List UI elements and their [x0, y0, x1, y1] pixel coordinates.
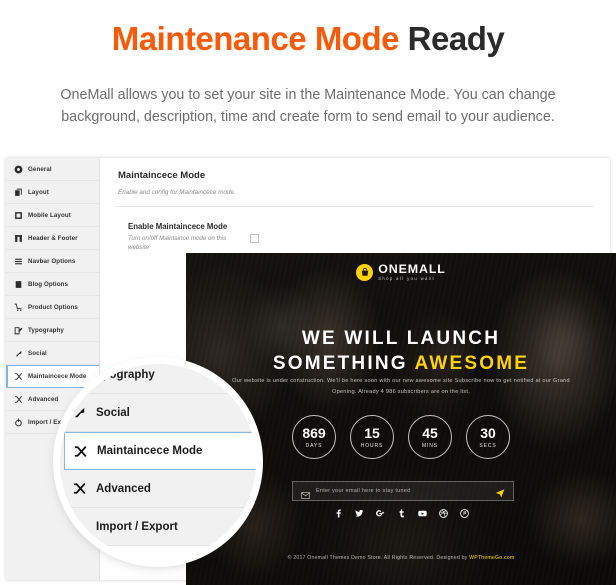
magnified-item-maintaincece-mode[interactable]: Maintaincece Mode — [64, 432, 256, 470]
blog-icon — [14, 280, 23, 289]
sidebar-item-label: Header & Footer — [28, 234, 78, 242]
countdown-value: 869 — [302, 424, 326, 441]
shuffle-icon — [72, 481, 87, 496]
page-title: Maintenance Mode Ready — [0, 20, 616, 57]
power-icon — [14, 418, 23, 427]
paper-plane-icon[interactable] — [495, 486, 505, 498]
logo-tagline: Shop all you want — [378, 275, 436, 281]
hero-footer: © 2017 Onemall Themes Demo Store. All Ri… — [186, 555, 616, 561]
sidebar-item-header-footer[interactable]: Header & Footer — [6, 227, 99, 250]
hero-heading-line2-plain: SOMETHING — [272, 353, 415, 375]
sidebar-item-blog-options[interactable]: Blog Options — [6, 273, 99, 296]
sidebar-item-label: Typography — [28, 326, 64, 334]
magnifier-lens: ypography Social Maintaincece Mode Advan… — [60, 364, 256, 560]
sidebar-item-label: Navbar Options — [28, 257, 76, 265]
countdown-hours: 15 HOURS — [350, 415, 394, 459]
shuffle-icon — [14, 372, 23, 381]
share-icon — [72, 405, 87, 420]
magnified-item-label: Import / Export — [96, 520, 178, 533]
sidebar-item-label: Layout — [28, 188, 49, 196]
power-icon — [72, 519, 87, 534]
countdown-value: 15 — [364, 424, 380, 441]
sidebar-item-label: Social — [28, 349, 47, 357]
field-label-enable-maintenance: Enable Maintaincece Mode — [128, 222, 228, 231]
envelope-icon — [301, 487, 310, 499]
magnified-menu: ypography Social Maintaincece Mode Advan… — [60, 364, 256, 546]
sidebar-item-social[interactable]: Social — [6, 342, 99, 365]
page-title-rest: Ready — [407, 20, 505, 57]
countdown-secs: 30 SECS — [466, 415, 510, 459]
facebook-icon[interactable] — [334, 509, 343, 518]
field-description: Turn on/off Maintaince mode on this webs… — [128, 235, 227, 252]
divider — [114, 206, 594, 207]
sidebar-item-label: Advanced — [28, 395, 59, 403]
countdown-value: 30 — [480, 424, 496, 441]
page-root: Maintenance Mode Ready OneMall allows yo… — [0, 0, 616, 585]
layers-icon — [14, 188, 23, 197]
countdown-label: MINS — [421, 442, 439, 449]
countdown-label: HOURS — [360, 442, 384, 449]
pencil-square-icon — [72, 367, 87, 382]
sidebar-item-label: Blog Options — [28, 280, 69, 288]
sidebar-item-layout[interactable]: Layout — [6, 181, 99, 204]
share-icon — [14, 349, 23, 358]
google-plus-icon[interactable] — [375, 509, 385, 518]
hero-footer-link[interactable]: WPThemeGo.com — [469, 555, 514, 561]
hero-heading-accent: AWESOME — [414, 353, 530, 375]
youtube-icon[interactable] — [417, 509, 427, 518]
twitter-icon[interactable] — [354, 509, 364, 518]
logo-name: ONEMALL — [378, 262, 446, 276]
sidebar-item-label: Mobile Layout — [28, 211, 71, 219]
sidebar-item-mobile-layout[interactable]: Mobile Layout — [6, 204, 99, 227]
sidebar-item-navbar-options[interactable]: Navbar Options — [6, 250, 99, 273]
shuffle-icon — [14, 395, 23, 404]
hero-footer-text: © 2017 Onemall Themes Demo Store. All Ri… — [287, 555, 470, 561]
countdown-label: DAYS — [305, 442, 323, 449]
header-footer-icon — [14, 234, 23, 243]
subscribe-form[interactable] — [292, 481, 514, 501]
menu-bars-icon — [14, 257, 23, 266]
email-input[interactable] — [316, 488, 489, 494]
site-logo[interactable]: ONEMALL Shop all you want — [186, 263, 616, 281]
dribbble-icon[interactable] — [438, 509, 448, 518]
magnified-item-label: Maintaincece Mode — [97, 445, 203, 457]
hero-heading-line1: WE WILL LAUNCH — [301, 328, 501, 349]
gear-icon — [14, 165, 23, 174]
pinterest-icon[interactable] — [459, 509, 469, 518]
page-title-accent: Maintenance Mode — [111, 20, 400, 57]
admin-content-subtitle: Enable and config for Maintaincece mode. — [118, 189, 236, 196]
magnified-item-typography[interactable]: ypography — [60, 364, 256, 394]
sidebar-item-label: General — [28, 165, 52, 173]
magnified-item-import-export[interactable]: Import / Export — [60, 508, 256, 546]
page-subtitle: OneMall allows you to set your site in t… — [60, 87, 556, 126]
sidebar-item-product-options[interactable]: Product Options — [6, 296, 99, 319]
tumblr-icon[interactable] — [397, 509, 406, 518]
countdown-mins: 45 MINS — [408, 415, 452, 459]
hero-description: Our website is under construction. We'll… — [232, 378, 570, 396]
magnified-item-label: ypography — [96, 368, 155, 381]
mobile-icon — [14, 211, 23, 220]
pencil-square-icon — [14, 326, 23, 335]
enable-maintenance-checkbox[interactable] — [250, 234, 259, 243]
admin-content-title: Maintaincece Mode — [118, 170, 206, 181]
magnified-item-label: Social — [96, 406, 130, 419]
shopping-bag-icon — [356, 263, 374, 281]
countdown-label: SECS — [479, 442, 497, 449]
shuffle-icon — [73, 444, 88, 459]
countdown-days: 869 DAYS — [292, 415, 336, 459]
countdown-value: 45 — [422, 424, 438, 441]
sidebar-item-typography[interactable]: Typography — [6, 319, 99, 342]
sidebar-item-label: Product Options — [28, 303, 78, 311]
magnified-item-social[interactable]: Social — [60, 394, 256, 432]
magnified-item-advanced[interactable]: Advanced — [60, 470, 256, 508]
sidebar-item-general[interactable]: General — [6, 158, 99, 181]
cart-icon — [14, 303, 23, 312]
magnified-item-label: Advanced — [96, 482, 151, 495]
